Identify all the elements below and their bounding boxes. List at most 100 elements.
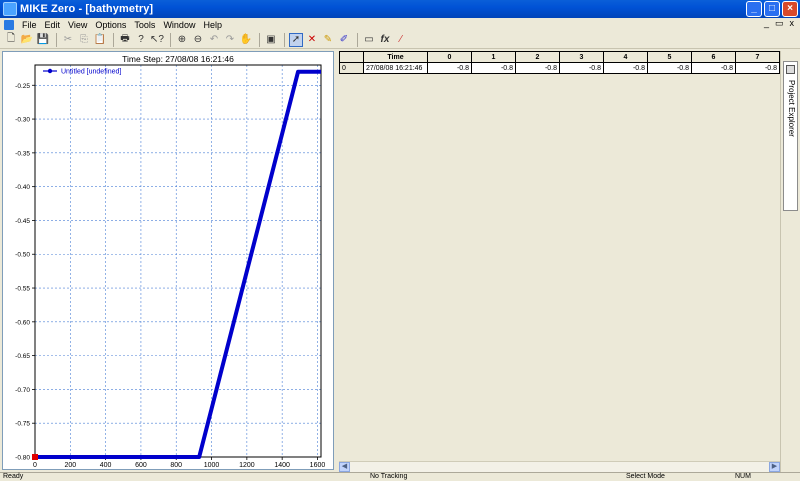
maximize-button[interactable]: □	[764, 1, 780, 17]
menu-options[interactable]: Options	[91, 20, 130, 30]
toolbar-separator	[56, 32, 57, 47]
series-start-marker[interactable]	[32, 454, 38, 460]
status-bar: Ready No Tracking Select Mode NUM	[0, 472, 800, 480]
scroll-right-icon[interactable]: ▶	[769, 462, 780, 472]
paste-icon[interactable]: 📋	[93, 33, 107, 47]
menu-bar: File Edit View Options Tools Window Help…	[0, 18, 800, 31]
context-help-icon[interactable]: ↖?	[150, 33, 164, 47]
y-tick-label: -0.40	[15, 184, 30, 191]
line-chart[interactable]: Time Step: 27/08/08 16:21:46 0 200 400 600 80…	[3, 52, 333, 469]
grid-cell[interactable]: -0.8	[559, 62, 604, 74]
grid-cell[interactable]: -0.8	[735, 62, 780, 74]
grid-header-col[interactable]: 2	[515, 51, 560, 63]
table-row: 0 27/08/08 16:21:46 -0.8 -0.8 -0.8 -0.8 …	[339, 62, 780, 74]
horizontal-scrollbar[interactable]: ◀ ▶	[339, 461, 780, 472]
zoom-in-icon[interactable]: ⊕	[175, 33, 189, 47]
cut-icon[interactable]: ✂	[61, 33, 75, 47]
y-tick-label: -0.50	[15, 252, 30, 259]
menu-view[interactable]: View	[64, 20, 91, 30]
function-icon[interactable]: fx	[378, 33, 392, 47]
pin-icon[interactable]	[786, 65, 795, 74]
zoom-extent-icon[interactable]: ▣	[264, 33, 278, 47]
grid-header-col[interactable]: 1	[471, 51, 516, 63]
grid-header-col[interactable]: 0	[427, 51, 472, 63]
menu-tools[interactable]: Tools	[130, 20, 159, 30]
mdi-restore-button[interactable]: ▭	[775, 18, 784, 29]
grid-cell[interactable]: -0.8	[603, 62, 648, 74]
close-icon: ×	[787, 3, 793, 14]
grid-corner-header[interactable]	[339, 51, 364, 63]
draw-icon[interactable]: ✐	[337, 33, 351, 47]
grid-cell-time[interactable]: 27/08/08 16:21:46	[363, 62, 428, 74]
minimize-button[interactable]: _	[746, 1, 762, 17]
x-tick-label: 400	[100, 462, 112, 469]
toolbar-separator	[357, 32, 358, 47]
scroll-left-icon[interactable]: ◀	[339, 462, 350, 472]
y-tick-label: -0.25	[15, 83, 30, 90]
project-explorer-tab[interactable]: Project Explorer	[783, 61, 798, 211]
minimize-icon: _	[751, 3, 757, 14]
y-tick-label: -0.65	[15, 353, 30, 360]
y-tick-label: -0.30	[15, 117, 30, 124]
x-tick-label: 200	[64, 462, 76, 469]
toolbar-separator	[113, 32, 114, 47]
project-explorer-label: Project Explorer	[787, 80, 796, 137]
open-icon[interactable]: 📂	[20, 33, 34, 47]
rectangle-icon[interactable]: ▭	[362, 33, 376, 47]
chart-pane[interactable]: Time Step: 27/08/08 16:21:46 0 200 400 600 80…	[2, 51, 334, 470]
grid-header-col[interactable]: 7	[735, 51, 780, 63]
grid-header-col[interactable]: 5	[647, 51, 692, 63]
grid-header-col[interactable]: 3	[559, 51, 604, 63]
new-icon[interactable]: 🗋	[4, 33, 18, 47]
edit-points-icon[interactable]: ✎	[321, 33, 335, 47]
y-tick-label: -0.35	[15, 150, 30, 157]
grid-header-col[interactable]: 4	[603, 51, 648, 63]
save-icon[interactable]: 💾	[36, 33, 50, 47]
grid-header-col[interactable]: 6	[691, 51, 736, 63]
toolbar: 🗋 📂 💾 ✂ ⎘ 📋 🖶 ? ↖? ⊕ ⊖ ↶ ↷ ✋ ▣ ➚ ✕ ✎ ✐ ▭…	[0, 31, 800, 49]
chart-title: Time Step: 27/08/08 16:21:46	[122, 54, 234, 64]
zoom-next-icon[interactable]: ↷	[223, 33, 237, 47]
close-button[interactable]: ×	[782, 1, 798, 17]
print-icon[interactable]: 🖶	[118, 33, 132, 47]
zoom-out-icon[interactable]: ⊖	[191, 33, 205, 47]
select-points-icon[interactable]: ✕	[305, 33, 319, 47]
data-grid: Time 0 1 2 3 4 5 6 7 0 27/08/08 16:21:46…	[339, 51, 780, 74]
grid-row-header[interactable]: 0	[339, 62, 364, 74]
side-panel: Project Explorer	[780, 51, 800, 472]
maximize-icon: □	[768, 3, 776, 14]
grid-header-time[interactable]: Time	[363, 51, 428, 63]
x-tick-label: 800	[170, 462, 182, 469]
grid-cell[interactable]: -0.8	[647, 62, 692, 74]
line-icon[interactable]: ⁄	[394, 33, 408, 47]
y-tick-label: -0.75	[15, 421, 30, 428]
zoom-previous-icon[interactable]: ↶	[207, 33, 221, 47]
series-line[interactable]	[35, 69, 321, 459]
grid-cell[interactable]: -0.8	[471, 62, 516, 74]
mdi-minimize-button[interactable]: _	[764, 18, 769, 29]
y-tick-label: -0.80	[15, 455, 30, 462]
select-icon[interactable]: ➚	[289, 32, 303, 47]
y-tick-label: -0.45	[15, 218, 30, 225]
grid-cell[interactable]: -0.8	[691, 62, 736, 74]
pan-icon[interactable]: ✋	[239, 33, 253, 47]
toolbar-separator	[284, 32, 285, 47]
data-grid-pane: Time 0 1 2 3 4 5 6 7 0 27/08/08 16:21:46…	[339, 51, 780, 461]
menu-file[interactable]: File	[18, 20, 41, 30]
toolbar-separator	[259, 32, 260, 47]
menu-edit[interactable]: Edit	[41, 20, 65, 30]
legend-label: Untitled [undefined]	[61, 69, 121, 76]
legend-marker	[47, 68, 53, 74]
x-tick-label: 1400	[274, 462, 290, 469]
copy-icon[interactable]: ⎘	[77, 33, 91, 47]
menu-window[interactable]: Window	[159, 20, 199, 30]
menu-help[interactable]: Help	[199, 20, 226, 30]
help-icon[interactable]: ?	[134, 33, 148, 47]
mdi-close-button[interactable]: x	[790, 18, 795, 29]
grid-cell[interactable]: -0.8	[427, 62, 472, 74]
toolbar-separator	[170, 32, 171, 47]
document-icon[interactable]	[4, 19, 14, 30]
grid-cell[interactable]: -0.8	[515, 62, 560, 74]
grid-header-row: Time 0 1 2 3 4 5 6 7	[339, 51, 780, 63]
x-tick-label: 1000	[204, 462, 220, 469]
